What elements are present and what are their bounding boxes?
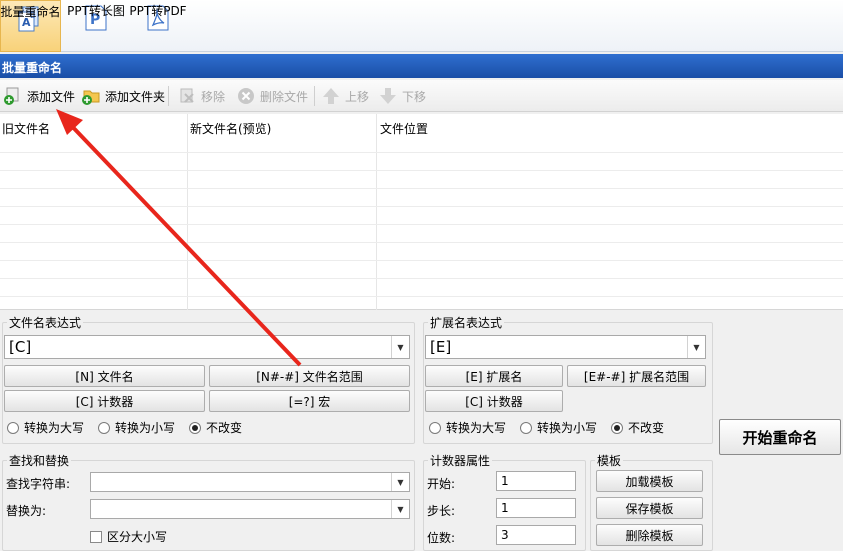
checkbox-box <box>90 530 102 543</box>
radio-label: 不改变 <box>206 421 243 435</box>
move-down-button[interactable]: 下移 <box>377 84 426 108</box>
extension-expression-combo[interactable]: [E] ▼ <box>425 335 706 359</box>
extension-expression-title: 扩展名表达式 <box>428 314 505 331</box>
filename-unchanged-radio[interactable]: 不改变 <box>189 419 242 436</box>
radio-circle <box>7 421 19 434</box>
chevron-down-icon[interactable]: ▼ <box>391 473 409 491</box>
radio-label: 转换为大写 <box>446 421 507 435</box>
counter-start-input[interactable]: 1 <box>496 471 576 491</box>
move-up-button[interactable]: 上移 <box>320 84 369 108</box>
find-replace-title: 查找和替换 <box>7 452 72 469</box>
add-file-icon <box>2 85 24 107</box>
filename-lowercase-radio[interactable]: 转换为小写 <box>98 419 175 436</box>
insert-ext-counter-button[interactable]: [C] 计数器 <box>425 390 563 412</box>
counter-properties-title: 计数器属性 <box>428 452 493 469</box>
ext-unchanged-radio[interactable]: 不改变 <box>611 419 664 436</box>
radio-label: 转换为小写 <box>537 421 598 435</box>
counter-step-label: 步长: <box>427 504 456 518</box>
replace-label: 替换为: <box>6 504 47 518</box>
ppt-to-pdf-button[interactable]: PPT转PDF <box>129 0 187 52</box>
toolbar-separator <box>314 86 315 106</box>
ppt-to-long-image-button[interactable]: P PPT转长图 <box>65 0 127 52</box>
chevron-down-icon[interactable]: ▼ <box>391 336 409 358</box>
start-rename-button[interactable]: 开始重命名 <box>719 419 841 455</box>
replace-with-input[interactable]: ▼ <box>90 499 410 519</box>
load-template-button[interactable]: 加载模板 <box>596 470 703 492</box>
add-folder-icon <box>80 85 102 107</box>
radio-label: 转换为小写 <box>115 421 176 435</box>
radio-label: 转换为大写 <box>24 421 85 435</box>
counter-start-label: 开始: <box>427 477 456 491</box>
radio-circle-selected <box>189 421 201 434</box>
batch-rename-tool-button[interactable]: A B 批量重命名 <box>0 0 61 52</box>
arrow-up-icon <box>320 85 342 107</box>
insert-counter-button[interactable]: [C] 计数器 <box>4 390 205 412</box>
filename-uppercase-radio[interactable]: 转换为大写 <box>7 419 84 436</box>
top-toolbar: A B 批量重命名 P PPT转长图 PPT转PDF <box>0 0 843 52</box>
action-toolbar: 添加文件 添加文件夹 移除 删除文件 上移 下移 <box>0 80 843 112</box>
delete-icon <box>235 85 257 107</box>
find-string-input[interactable]: ▼ <box>90 472 410 492</box>
filename-expression-title: 文件名表达式 <box>7 314 84 331</box>
remove-icon <box>176 85 198 107</box>
arrow-down-icon <box>377 85 399 107</box>
insert-extension-button[interactable]: [E] 扩展名 <box>425 365 563 387</box>
panel-title: 批量重命名 <box>0 54 843 78</box>
add-file-label: 添加文件 <box>27 89 76 104</box>
column-divider <box>187 114 188 310</box>
insert-macro-button[interactable]: [=?] 宏 <box>209 390 410 412</box>
radio-label: 不改变 <box>628 421 665 435</box>
find-label: 查找字符串: <box>6 477 71 491</box>
file-list[interactable]: 旧文件名 新文件名(预览) 文件位置 <box>0 114 843 310</box>
add-file-button[interactable]: 添加文件 <box>2 84 75 108</box>
row-divider <box>0 296 843 297</box>
save-template-button[interactable]: 保存模板 <box>596 497 703 519</box>
case-sensitive-checkbox[interactable]: 区分大小写 <box>90 528 167 545</box>
radio-circle <box>429 421 441 434</box>
radio-circle-selected <box>611 421 623 434</box>
row-divider <box>0 152 843 153</box>
row-divider <box>0 224 843 225</box>
ext-lowercase-radio[interactable]: 转换为小写 <box>520 419 597 436</box>
filename-expression-value: [C] <box>9 338 32 356</box>
column-divider <box>376 114 377 310</box>
template-title: 模板 <box>595 452 624 469</box>
insert-filename-button[interactable]: [N] 文件名 <box>4 365 205 387</box>
filename-expression-combo[interactable]: [C] ▼ <box>4 335 410 359</box>
add-folder-button[interactable]: 添加文件夹 <box>80 84 165 108</box>
counter-step-input[interactable]: 1 <box>496 498 576 518</box>
move-down-label: 下移 <box>402 89 427 104</box>
remove-button[interactable]: 移除 <box>176 84 225 108</box>
remove-label: 移除 <box>201 89 226 104</box>
delete-file-button[interactable]: 删除文件 <box>235 84 308 108</box>
counter-digits-label: 位数: <box>427 531 456 545</box>
delete-template-button[interactable]: 删除模板 <box>596 524 703 546</box>
ext-uppercase-radio[interactable]: 转换为大写 <box>429 419 506 436</box>
row-divider <box>0 278 843 279</box>
row-divider <box>0 206 843 207</box>
delete-file-label: 删除文件 <box>260 89 309 104</box>
chevron-down-icon[interactable]: ▼ <box>391 500 409 518</box>
toolbar-separator <box>168 86 169 106</box>
chevron-down-icon[interactable]: ▼ <box>687 336 705 358</box>
insert-filename-range-button[interactable]: [N#-#] 文件名范围 <box>209 365 410 387</box>
ppt-to-long-image-label: PPT转长图 <box>67 4 125 18</box>
batch-rename-label: 批量重命名 <box>0 5 61 19</box>
move-up-label: 上移 <box>345 89 370 104</box>
column-header-location[interactable]: 文件位置 <box>380 120 428 137</box>
radio-circle <box>98 421 110 434</box>
radio-circle <box>520 421 532 434</box>
ppt-to-pdf-label: PPT转PDF <box>129 4 187 18</box>
row-divider <box>0 260 843 261</box>
row-divider <box>0 242 843 243</box>
row-divider <box>0 188 843 189</box>
case-sensitive-label: 区分大小写 <box>107 530 168 544</box>
extension-expression-value: [E] <box>430 338 452 356</box>
insert-extension-range-button[interactable]: [E#-#] 扩展名范围 <box>567 365 706 387</box>
counter-digits-input[interactable]: 3 <box>496 525 576 545</box>
row-divider <box>0 170 843 171</box>
add-folder-label: 添加文件夹 <box>105 89 166 104</box>
column-header-new-name[interactable]: 新文件名(预览) <box>190 120 271 137</box>
column-header-old-name[interactable]: 旧文件名 <box>2 120 50 137</box>
